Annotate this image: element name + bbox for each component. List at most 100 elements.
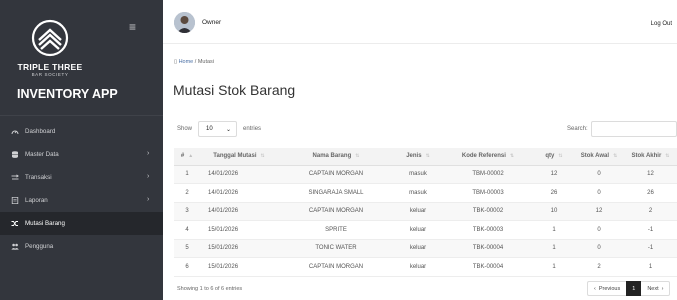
table-cell: 1 bbox=[534, 239, 574, 258]
table-cell: 14/01/2026 bbox=[200, 165, 278, 184]
column-header[interactable]: # ▲ bbox=[174, 148, 200, 166]
sidebar-item-label: Laporan bbox=[25, 197, 48, 204]
logout-link[interactable]: Log Out bbox=[651, 21, 672, 27]
top-bar: Owner Log Out bbox=[163, 0, 677, 44]
sort-icon: ⇅ bbox=[260, 153, 265, 160]
sidebar-item-label: Pengguna bbox=[25, 243, 54, 250]
next-label: Next bbox=[647, 285, 659, 292]
chevron-down-icon: ⌄ bbox=[225, 126, 232, 133]
table-row: 3 14/01/2026 CAPTAIN MORGAN keluar TBK-0… bbox=[174, 202, 677, 221]
table-cell: 15/01/2026 bbox=[200, 220, 278, 240]
table-cell: TBK-00004 bbox=[442, 257, 534, 277]
sidebar-item-label: Master Data bbox=[25, 151, 59, 158]
column-header[interactable]: Kode Referensi ⇅ bbox=[442, 148, 534, 166]
table-cell: CAPTAIN MORGAN bbox=[278, 202, 394, 221]
column-header[interactable]: Tanggal Mutasi ⇅ bbox=[200, 148, 278, 166]
table-cell: 6 bbox=[174, 257, 200, 277]
chevron-right-icon: › bbox=[147, 150, 150, 157]
shuffle-icon bbox=[11, 220, 19, 227]
sidebar-item-dashboard[interactable]: Dashboard bbox=[0, 120, 163, 143]
table-cell: 15/01/2026 bbox=[200, 239, 278, 258]
table-cell: 12 bbox=[574, 202, 624, 221]
table-cell: masuk bbox=[394, 165, 442, 184]
sort-icon: ⇅ bbox=[558, 153, 563, 160]
page-title: Mutasi Stok Barang bbox=[173, 82, 296, 98]
table-cell: 3 bbox=[174, 202, 200, 221]
table-cell: 12 bbox=[534, 165, 574, 184]
table-cell: -1 bbox=[624, 239, 677, 258]
table-cell: 2 bbox=[624, 202, 677, 221]
page-button-current[interactable]: 1 bbox=[626, 281, 642, 296]
users-icon bbox=[11, 243, 19, 250]
table-cell: 5 bbox=[174, 239, 200, 258]
search-input[interactable] bbox=[590, 121, 677, 137]
previous-button[interactable]: ‹ Previous bbox=[587, 281, 627, 296]
entries-value: 10 bbox=[206, 126, 213, 132]
table-header-row: # ▲ Tanggal Mutasi ⇅ Nama Barang ⇅ Jenis ⇅ K… bbox=[174, 148, 677, 166]
chevron-right-icon: › bbox=[147, 173, 150, 180]
sidebar-item-label: Transaksi bbox=[25, 174, 52, 181]
table-row: 4 15/01/2026 SPRITE keluar TBK-00003 1 0… bbox=[174, 220, 677, 240]
table-cell: 2 bbox=[574, 257, 624, 277]
sort-icon: ⇅ bbox=[509, 153, 515, 160]
table-row: 6 15/01/2026 CAPTAIN MORGAN keluar TBK-0… bbox=[174, 257, 677, 277]
table-cell: keluar bbox=[394, 202, 442, 221]
table-cell: 1 bbox=[534, 257, 574, 277]
table-cell: 26 bbox=[624, 183, 677, 203]
sidebar-item-master-data[interactable]: Master Data › bbox=[0, 143, 163, 166]
table-cell: keluar bbox=[394, 257, 442, 277]
table-cell: TBM-00002 bbox=[442, 165, 534, 184]
table-cell: 1 bbox=[534, 220, 574, 240]
table-cell: CAPTAIN MORGAN bbox=[278, 165, 394, 184]
table-cell: CAPTAIN MORGAN bbox=[278, 257, 394, 277]
sidebar-item-laporan[interactable]: Laporan › bbox=[0, 189, 163, 212]
table-cell: 4 bbox=[174, 220, 200, 240]
table-cell: 0 bbox=[574, 239, 624, 258]
sidebar-menu: Dashboard Master Data › Transaksi › Lapo… bbox=[0, 120, 163, 258]
show-label: Show bbox=[177, 126, 193, 132]
table-cell: 12 bbox=[624, 165, 677, 184]
table-cell: keluar bbox=[394, 239, 442, 258]
column-header[interactable]: Stok Awal ⇅ bbox=[574, 148, 624, 166]
sort-icon: ⇅ bbox=[355, 153, 360, 160]
table-cell: 0 bbox=[574, 183, 624, 203]
exchange-icon bbox=[11, 174, 19, 181]
pagination: ‹ Previous 1 Next › bbox=[587, 281, 671, 296]
sidebar: ≡ TRIPLE THREE BAR SOCIETY INVENTORY APP… bbox=[0, 0, 163, 300]
chevron-right-icon: › bbox=[661, 285, 664, 292]
table-cell: TBK-00004 bbox=[442, 239, 534, 258]
column-header[interactable]: qty ⇅ bbox=[534, 148, 574, 166]
column-header[interactable]: Jenis ⇅ bbox=[394, 148, 442, 166]
table-cell: TBK-00003 bbox=[442, 220, 534, 240]
report-icon bbox=[11, 197, 19, 204]
table-cell: TBM-00003 bbox=[442, 183, 534, 203]
sidebar-item-label: Mutasi Barang bbox=[25, 220, 65, 227]
sidebar-item-mutasi-barang[interactable]: Mutasi Barang bbox=[0, 212, 163, 235]
breadcrumb-home[interactable]: Home bbox=[179, 59, 194, 65]
table-cell: -1 bbox=[624, 220, 677, 240]
table-cell: keluar bbox=[394, 220, 442, 240]
sidebar-item-transaksi[interactable]: Transaksi › bbox=[0, 166, 163, 189]
sort-icon: ⇅ bbox=[425, 153, 430, 160]
sort-icon: ⇅ bbox=[613, 153, 618, 160]
table-cell: 15/01/2026 bbox=[200, 257, 278, 277]
column-header[interactable]: Nama Barang ⇅ bbox=[278, 148, 394, 166]
home-icon: ▯ bbox=[174, 59, 178, 65]
table-cell: 0 bbox=[574, 165, 624, 184]
table-cell: 10 bbox=[534, 202, 574, 221]
table-cell: masuk bbox=[394, 183, 442, 203]
breadcrumb: ▯ Home / Mutasi bbox=[174, 59, 214, 65]
entries-select[interactable]: 10 ⌄ bbox=[198, 121, 238, 137]
sort-asc-icon: ▲ bbox=[188, 153, 194, 160]
hamburger-icon[interactable]: ≡ bbox=[129, 20, 136, 34]
database-icon bbox=[11, 151, 19, 158]
next-button[interactable]: Next › bbox=[641, 281, 671, 296]
table-cell: 14/01/2026 bbox=[200, 183, 278, 203]
mutation-table: # ▲ Tanggal Mutasi ⇅ Nama Barang ⇅ Jenis ⇅ K… bbox=[174, 148, 677, 277]
chevron-right-icon: › bbox=[147, 196, 150, 203]
avatar[interactable] bbox=[174, 12, 195, 33]
main-content: ▯ Home / Mutasi Mutasi Stok Barang Show … bbox=[163, 44, 677, 300]
brand-tagline: BAR SOCIETY bbox=[31, 72, 69, 77]
column-header[interactable]: Stok Akhir ⇅ bbox=[624, 148, 677, 166]
sidebar-item-pengguna[interactable]: Pengguna bbox=[0, 235, 163, 258]
